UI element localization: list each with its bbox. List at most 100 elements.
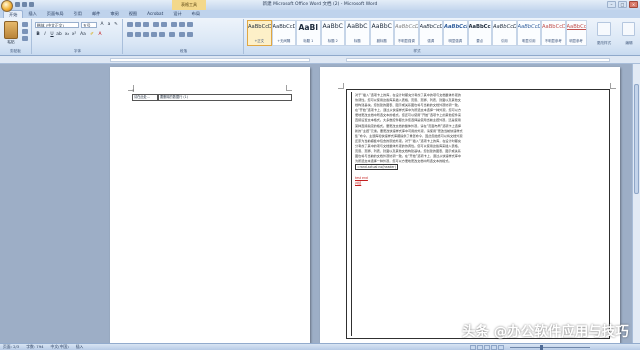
- redo-icon[interactable]: [29, 2, 34, 7]
- editing-button[interactable]: 编辑: [619, 20, 639, 52]
- style-sample: AaBbCcDd: [419, 24, 443, 30]
- horizontal-ruler[interactable]: [0, 56, 640, 64]
- format-painter-icon[interactable]: [22, 36, 28, 41]
- draft-icon[interactable]: [498, 345, 504, 350]
- font-name-select[interactable]: 楷体 (中文正文): [35, 22, 79, 28]
- table-cell[interactable]: 请在此处...: [132, 94, 158, 101]
- word-count[interactable]: 字数: 794: [26, 344, 43, 350]
- show-marks-icon[interactable]: [187, 22, 193, 27]
- insert-mode[interactable]: 插入: [76, 344, 84, 350]
- distribute-icon[interactable]: [159, 32, 165, 37]
- print-layout-icon[interactable]: [470, 345, 476, 350]
- style-name: 标题: [353, 39, 361, 43]
- table-cell[interactable]: 要删除的数据行 (1): [158, 94, 292, 101]
- font-size-select[interactable]: 五号: [81, 22, 97, 28]
- numbering-icon[interactable]: [135, 22, 141, 27]
- style-tile[interactable]: AaBbCcDd 明显参考: [565, 20, 587, 46]
- underline-icon[interactable]: U: [49, 32, 55, 38]
- style-tile[interactable]: AaBbCcDd +正文: [247, 20, 272, 46]
- undo-icon[interactable]: [22, 2, 27, 7]
- bold-icon[interactable]: B: [35, 32, 41, 38]
- italic-icon[interactable]: I: [42, 32, 48, 38]
- full-screen-icon[interactable]: [477, 345, 483, 350]
- minimize-button[interactable]: –: [607, 1, 616, 8]
- rand-field[interactable]: =rand.actual no(header): [355, 164, 398, 171]
- style-tile[interactable]: AaBbC 标题 2: [320, 20, 345, 46]
- clipboard-group: 粘贴 剪贴板: [0, 19, 32, 54]
- decrease-indent-icon[interactable]: [153, 22, 159, 27]
- page-2[interactable]: 对于“插入”选项卡上的库，在设计时都充分考虑了其中的项与文档整体外观的协调性。您…: [320, 67, 620, 343]
- tab-references[interactable]: 引用: [69, 10, 87, 18]
- tab-page-layout[interactable]: 页面布局: [42, 10, 69, 18]
- tab-review[interactable]: 审阅: [105, 10, 123, 18]
- font-group: 楷体 (中文正文) 五号 A a ✎ B I U ab x₂ x² Aa ✐ A…: [33, 19, 123, 54]
- change-case-icon[interactable]: Aa: [80, 32, 86, 38]
- style-name: 要点: [476, 39, 484, 43]
- style-name: 明显参考: [569, 39, 583, 43]
- style-name: 强调: [427, 39, 435, 43]
- style-tile[interactable]: AaBbC 副标题: [369, 20, 394, 46]
- crop-mark: [338, 83, 344, 89]
- zoom-slider[interactable]: [510, 347, 590, 348]
- highlight-icon[interactable]: ✐: [89, 32, 95, 38]
- shrink-font-icon[interactable]: a: [106, 22, 112, 28]
- style-tile[interactable]: AaBbCcDd 引用: [492, 20, 517, 46]
- style-tile[interactable]: AaBl 标题 1: [296, 20, 321, 46]
- copy-icon[interactable]: [22, 29, 28, 34]
- multilevel-list-icon[interactable]: [143, 22, 149, 27]
- close-button[interactable]: ×: [629, 1, 638, 8]
- styles-group-label: 样式: [413, 49, 421, 53]
- line-spacing-icon[interactable]: [169, 32, 175, 37]
- style-tile[interactable]: AaBbCcDd 不明显参考: [541, 20, 566, 46]
- superscript-icon[interactable]: x²: [71, 32, 77, 38]
- document-area[interactable]: 1 请在此处... 要删除的数据行 (1) 对于“插入”选项卡上的库，在设计时都…: [0, 64, 632, 343]
- office-button[interactable]: [1, 0, 13, 12]
- vertical-scrollbar[interactable]: [632, 64, 640, 343]
- strikethrough-icon[interactable]: ab: [56, 32, 62, 38]
- paste-button-label[interactable]: 粘贴: [2, 40, 20, 45]
- style-tile[interactable]: AaBbCcDd +无间隔: [271, 20, 296, 46]
- outline-icon[interactable]: [491, 345, 497, 350]
- tab-insert[interactable]: 插入: [23, 10, 41, 18]
- zoom-slider-thumb[interactable]: [540, 345, 543, 350]
- tab-view[interactable]: 视图: [124, 10, 142, 18]
- web-layout-icon[interactable]: [484, 345, 490, 350]
- table-row[interactable]: 1 请在此处... 要删除的数据行 (1): [132, 89, 292, 101]
- align-center-icon[interactable]: [135, 32, 141, 37]
- page-indicator[interactable]: 页面: 2/3: [3, 344, 19, 350]
- language-indicator[interactable]: 中文(中国): [51, 344, 69, 350]
- scrollbar-thumb[interactable]: [634, 84, 639, 194]
- style-tile[interactable]: AaBbCcDd 强调: [418, 20, 443, 46]
- tab-layout[interactable]: 布局: [187, 10, 205, 18]
- style-tile[interactable]: AaBbC 标题: [345, 20, 370, 46]
- font-color-icon[interactable]: A: [97, 32, 103, 38]
- style-tile[interactable]: AaBbCcDd 明显引用: [516, 20, 541, 46]
- style-tile[interactable]: AaBbCcDd 明显强调: [443, 20, 468, 46]
- style-name: 不明显强调: [397, 39, 415, 43]
- align-right-icon[interactable]: [143, 32, 149, 37]
- paste-icon[interactable]: [4, 21, 18, 39]
- bullets-icon[interactable]: [127, 22, 133, 27]
- style-tile[interactable]: AaBbCcDd 不明显强调: [394, 20, 419, 46]
- subscript-icon[interactable]: x₂: [64, 32, 70, 38]
- justify-icon[interactable]: [151, 32, 157, 37]
- cut-icon[interactable]: [22, 22, 28, 27]
- maximize-button[interactable]: □: [618, 1, 627, 8]
- sort-icon[interactable]: [179, 22, 185, 27]
- style-tile[interactable]: AaBbCcDd 要点: [467, 20, 492, 46]
- tab-acrobat[interactable]: Acrobat: [142, 10, 168, 18]
- clear-format-icon[interactable]: ✎: [113, 22, 119, 28]
- align-left-icon[interactable]: [127, 32, 133, 37]
- style-sample: AaBbCcDd: [517, 24, 541, 30]
- shading-icon[interactable]: [179, 32, 185, 37]
- borders-icon[interactable]: [187, 32, 193, 37]
- tab-design[interactable]: 设计: [168, 10, 186, 18]
- save-icon[interactable]: [15, 2, 20, 7]
- increase-indent-icon[interactable]: [161, 22, 167, 27]
- page-1[interactable]: 1 请在此处... 要删除的数据行 (1): [110, 67, 310, 343]
- body-paragraph[interactable]: 对于“插入”选项卡上的库，在设计时都充分考虑了其中的项与文档整体外观的协调性。您…: [355, 93, 463, 186]
- grow-font-icon[interactable]: A: [99, 22, 105, 28]
- change-styles-button[interactable]: 更改样式: [590, 20, 618, 52]
- chinese-layout-icon[interactable]: [171, 22, 177, 27]
- tab-mailings[interactable]: 邮件: [87, 10, 105, 18]
